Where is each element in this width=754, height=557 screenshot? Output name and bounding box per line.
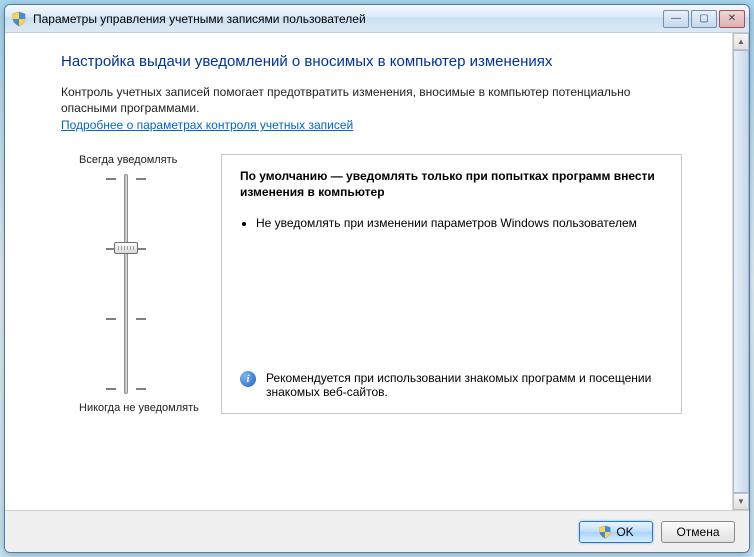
maximize-button[interactable]: ▢ [691, 10, 717, 28]
slider-tick [106, 388, 146, 389]
level-bullets: Не уведомлять при изменении параметров W… [256, 215, 663, 235]
level-recommendation: i Рекомендуется при использовании знаком… [240, 361, 663, 399]
slider-area: Всегда уведомлять Никогда не уведомлять … [61, 154, 682, 414]
content-area: Настройка выдачи уведомлений о вносимых … [5, 33, 732, 510]
page-description: Контроль учетных записей помогает предот… [61, 84, 682, 116]
scroll-down-icon[interactable]: ▼ [733, 493, 749, 510]
level-recommendation-text: Рекомендуется при использовании знакомых… [266, 371, 663, 399]
level-heading: По умолчанию — уведомлять только при поп… [240, 169, 663, 200]
slider-label-always: Всегда уведомлять [79, 154, 177, 166]
uac-settings-window: Параметры управления учетными записями п… [4, 4, 750, 553]
slider-column: Всегда уведомлять Никогда не уведомлять [61, 154, 191, 414]
button-bar: OK Отмена [5, 510, 749, 552]
titlebar[interactable]: Параметры управления учетными записями п… [5, 5, 749, 33]
slider-track [124, 174, 128, 394]
vertical-scrollbar[interactable]: ▲ ▼ [732, 33, 749, 510]
help-link[interactable]: Подробнее о параметрах контроля учетных … [61, 118, 353, 132]
info-icon: i [240, 371, 256, 387]
close-button[interactable]: ✕ [719, 10, 745, 28]
minimize-button[interactable]: — [663, 10, 689, 28]
slider-tick [106, 178, 146, 179]
uac-slider[interactable] [96, 174, 156, 394]
window-controls: — ▢ ✕ [663, 10, 745, 28]
shield-icon [11, 11, 27, 27]
slider-thumb[interactable] [114, 242, 138, 254]
page-heading: Настройка выдачи уведомлений о вносимых … [61, 53, 682, 70]
cancel-button[interactable]: Отмена [661, 521, 735, 543]
slider-label-never: Никогда не уведомлять [79, 402, 199, 414]
slider-tick [106, 318, 146, 319]
ok-button-label: OK [616, 525, 633, 539]
content-wrap: Настройка выдачи уведомлений о вносимых … [5, 33, 749, 510]
window-title: Параметры управления учетными записями п… [33, 12, 663, 26]
ok-button[interactable]: OK [579, 521, 653, 543]
scroll-up-icon[interactable]: ▲ [733, 33, 749, 50]
scrollbar-thumb[interactable] [733, 50, 749, 493]
shield-icon [598, 525, 612, 539]
level-description-box: По умолчанию — уведомлять только при поп… [221, 154, 682, 414]
level-bullet-item: Не уведомлять при изменении параметров W… [256, 215, 663, 231]
cancel-button-label: Отмена [676, 525, 719, 539]
